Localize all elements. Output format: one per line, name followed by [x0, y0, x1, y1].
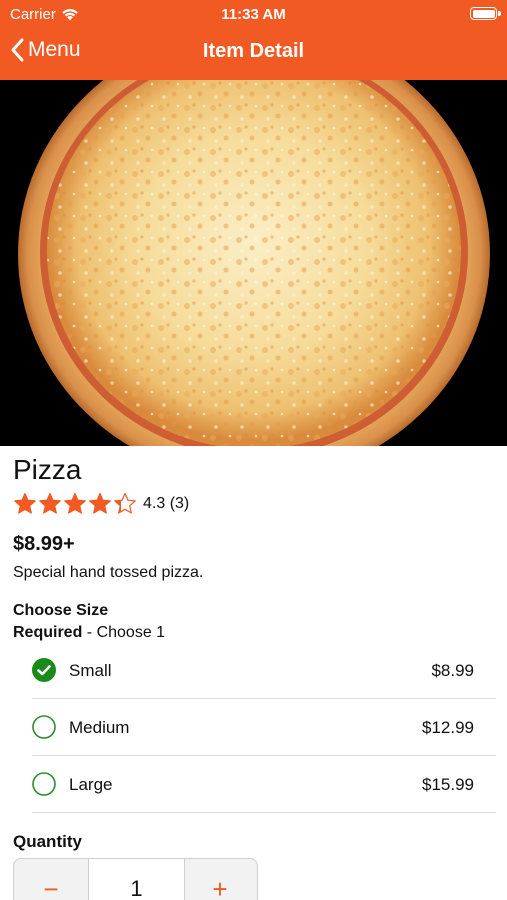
star-icon	[39, 492, 61, 514]
item-rating: 4.3 (3)	[13, 492, 189, 516]
item-photo	[0, 80, 507, 446]
page-title: Item Detail	[202, 40, 305, 62]
size-option[interactable]: Small $8.99	[32, 642, 496, 699]
required-label: Required	[13, 624, 83, 641]
top-bar: Carrier 11:33 AM Menu Item Detail	[0, 0, 507, 80]
navigation-bar: Menu Item Detail	[0, 30, 507, 76]
item-description: Special hand tossed pizza.	[13, 564, 204, 581]
radio-circle-icon[interactable]	[32, 772, 56, 796]
battery-icon	[470, 7, 501, 20]
size-option-price: $12.99	[422, 718, 474, 737]
size-option-label: Large	[69, 775, 113, 794]
size-option-price: $8.99	[431, 661, 474, 680]
decrement-button[interactable]: −	[14, 859, 88, 900]
option-group-title: Choose Size	[13, 602, 109, 619]
item-name: Pizza	[13, 454, 82, 485]
quantity-value: 1	[88, 859, 185, 900]
status-bar: Carrier 11:33 AM	[0, 0, 507, 28]
radio-circle-icon[interactable]	[32, 715, 56, 739]
quantity-label: Quantity	[13, 832, 82, 851]
option-group-rule: Required - Choose 1	[13, 624, 165, 642]
item-price: $8.99+	[13, 533, 75, 555]
increment-button[interactable]: +	[183, 859, 257, 900]
star-icon	[114, 492, 136, 514]
star-icon	[64, 492, 86, 514]
quantity-stepper: − 1 +	[13, 858, 258, 900]
choose-count: - Choose 1	[82, 624, 166, 641]
size-option-label: Medium	[69, 718, 130, 737]
rating-summary: 4.3 (3)	[143, 495, 190, 512]
star-icon	[89, 492, 111, 514]
size-option[interactable]: Medium $12.99	[32, 699, 496, 756]
rating-stars	[13, 492, 137, 516]
size-options: Small $8.99 Medium $12.99 Large $15.99	[32, 642, 496, 813]
checkmark-circle-icon[interactable]	[32, 658, 56, 682]
star-icon	[14, 492, 36, 514]
clock: 11:33 AM	[221, 6, 286, 23]
size-option[interactable]: Large $15.99	[32, 756, 496, 813]
size-option-price: $15.99	[422, 775, 474, 794]
size-option-label: Small	[69, 661, 112, 680]
